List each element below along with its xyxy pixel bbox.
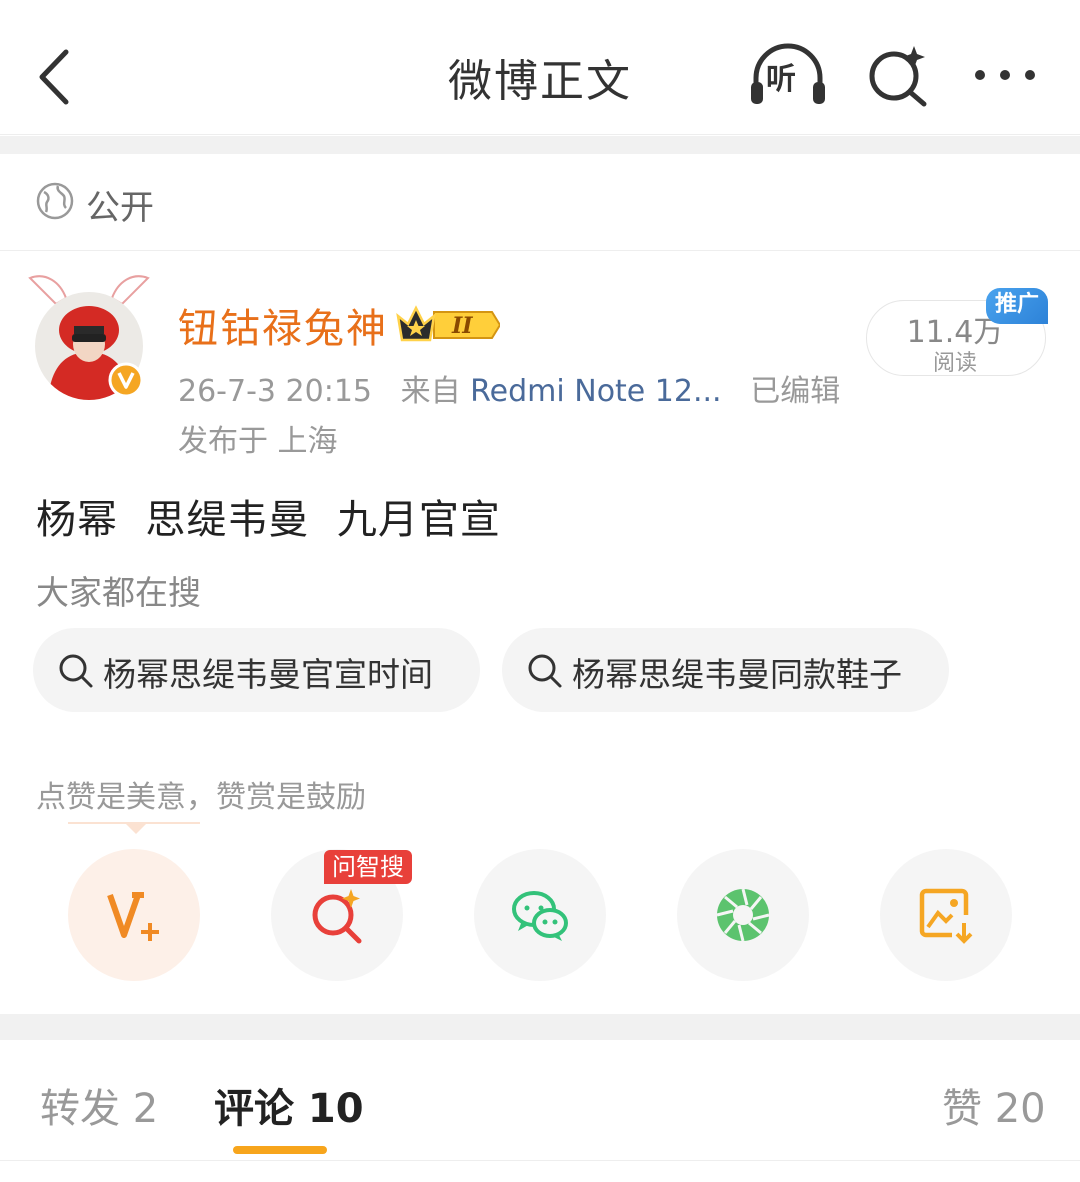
post-location: 发布于 上海 [178,424,338,459]
tab-repost[interactable]: 转发 2 [40,1076,158,1134]
post-time: 26-7-3 20:15 [178,374,372,409]
globe-icon [36,182,74,220]
sparkle-search-icon [312,889,362,944]
top-bar: 微博正文 听 [0,0,1080,135]
crown-icon: II [396,305,502,342]
search-chip-label: 杨幂思缇韦曼同款鞋子 [572,655,902,694]
listen-button[interactable]: 听 [748,42,828,108]
search-chip[interactable]: 杨幂思缇韦曼官宣时间 [33,628,480,712]
moments-aperture-icon [716,888,770,942]
save-image-button[interactable] [880,849,1012,981]
divider-line [0,1160,1080,1161]
reward-button[interactable] [68,849,200,981]
avatar[interactable] [26,270,152,402]
sparkle-search-icon [869,46,927,107]
section-divider [0,1014,1080,1040]
username[interactable]: 钮钴禄兔神 [178,296,388,354]
tab-comment[interactable]: 评论 10 [214,1076,364,1134]
more-button[interactable] [970,52,1040,98]
more-dots-icon [975,70,1035,80]
svg-text:II: II [451,313,473,339]
hint-pointer [124,822,148,834]
wechat-icon [512,891,568,941]
visibility-row [0,154,1080,251]
v-plus-icon [107,892,159,941]
tab-like[interactable]: 赞 20 [942,1076,1046,1134]
active-tab-indicator [233,1146,327,1154]
edited-label[interactable]: 已编辑 [750,374,840,409]
source-link[interactable]: Redmi Note 12... [470,374,721,409]
listen-label: 听 [766,62,796,97]
member-crown-badge[interactable]: II [394,300,502,346]
avatar-image [28,275,150,400]
wzs-badge: 问智搜 [324,850,412,884]
ai-search-button[interactable] [864,42,934,108]
reads-label: 阅读 [932,351,977,376]
reward-hint: 点赞是美意，赞赏是鼓励 [36,780,366,815]
section-divider [0,136,1080,154]
post-content: 杨幂 思缇韦曼 九月官宣 [36,497,501,543]
trending-search-label: 大家都在搜 [36,573,201,612]
search-icon [528,654,562,688]
search-icon [59,654,93,688]
moments-share-button[interactable] [677,849,809,981]
from-prefix: 来自 [400,374,461,409]
visibility-label: 公开 [86,188,154,228]
search-chip-label: 杨幂思缇韦曼官宣时间 [103,655,433,694]
post-meta: 26-7-3 20:15 来自 Redmi Note 12... 已编辑 [178,366,840,410]
wechat-share-button[interactable] [474,849,606,981]
search-chip[interactable]: 杨幂思缇韦曼同款鞋子 [502,628,949,712]
promo-badge[interactable]: 推广 [986,288,1048,324]
image-download-icon [919,888,973,944]
